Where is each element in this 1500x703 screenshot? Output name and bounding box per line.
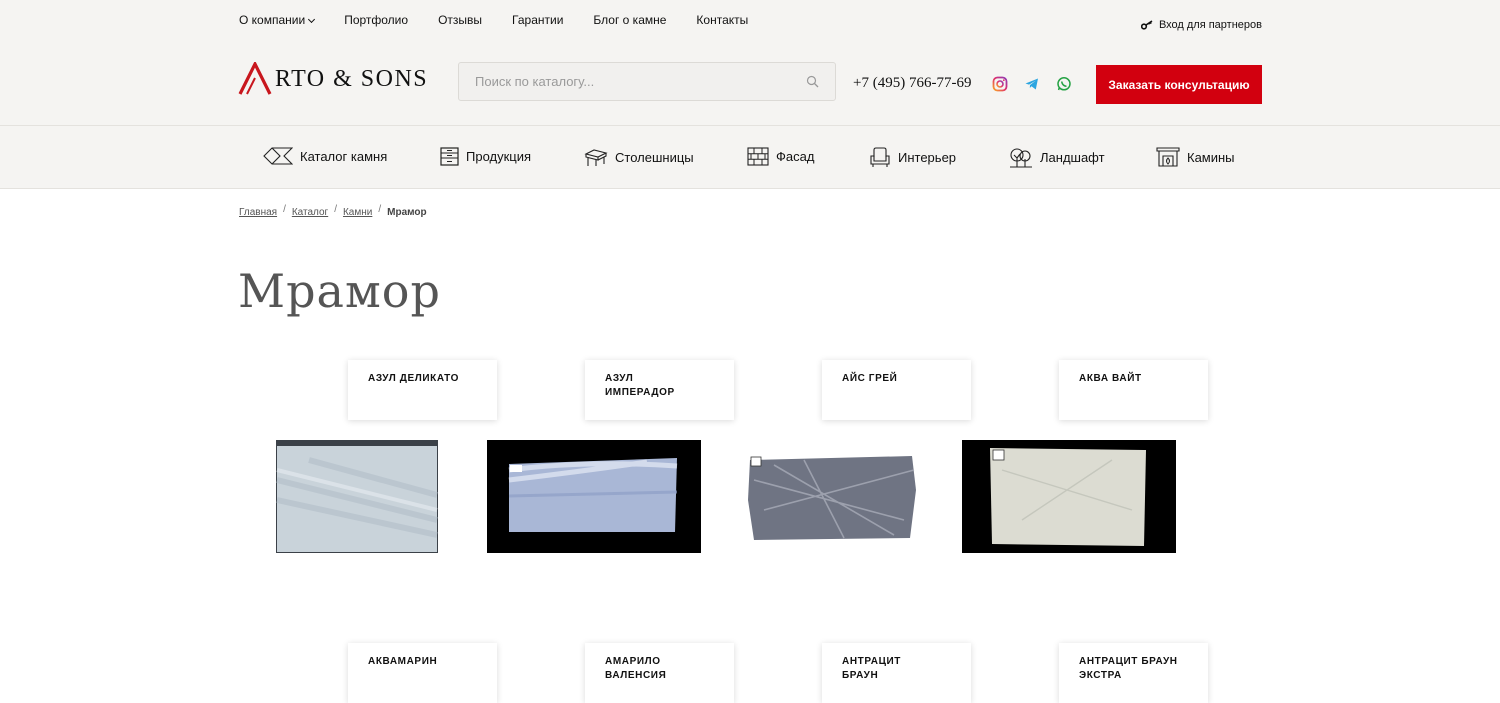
stone-slabs-icon xyxy=(263,147,293,165)
product-card-label[interactable]: АКВАМАРИН xyxy=(348,643,497,703)
order-consultation-button[interactable]: Заказать консультацию xyxy=(1096,65,1262,104)
product-card-label[interactable]: АЗУЛ ИМПЕРАДОР xyxy=(585,360,734,420)
catnav-label: Камины xyxy=(1187,149,1235,165)
product-card-label[interactable]: АНТРАЦИТ БРАУН ЭКСТРА xyxy=(1059,643,1208,703)
product-card-label[interactable]: АЙС ГРЕЙ xyxy=(822,360,971,420)
page-title: Мрамор xyxy=(238,264,441,318)
catnav-label: Каталог камня xyxy=(300,148,388,164)
topnav-about-label: О компании xyxy=(239,13,306,27)
product-card-label[interactable]: АКВА ВАЙТ xyxy=(1059,360,1208,420)
search-input[interactable] xyxy=(475,74,806,89)
product-card-label[interactable]: АЗУЛ ДЕЛИКАТО xyxy=(348,360,497,420)
catnav-label: Столешницы xyxy=(615,149,694,165)
topnav-portfolio[interactable]: Портфолио xyxy=(344,13,408,27)
catnav-label: Интерьер xyxy=(898,150,957,165)
topnav-about[interactable]: О компании xyxy=(239,13,316,27)
countertop-icon xyxy=(584,149,608,166)
catnav-fireplaces[interactable]: Камины xyxy=(1156,147,1235,167)
topnav-blog[interactable]: Блог о камне xyxy=(593,13,666,27)
catnav-facade[interactable]: Фасад xyxy=(747,147,814,166)
breadcrumb-catalog[interactable]: Каталог xyxy=(292,207,328,218)
catnav-landscape[interactable]: Ландшафт xyxy=(1009,147,1105,168)
product-image-aqua-white[interactable] xyxy=(962,440,1176,553)
breadcrumb-home[interactable]: Главная xyxy=(239,207,277,218)
logo[interactable]: RTO & SONS xyxy=(238,62,428,96)
fireplace-icon xyxy=(1156,147,1180,167)
logo-mark-icon xyxy=(238,62,272,95)
breadcrumb: Главная / Каталог / Камни / Мрамор xyxy=(239,204,427,218)
partners-label: Вход для партнеров xyxy=(1158,19,1262,31)
product-card-label[interactable]: АНТРАЦИТ БРАУН xyxy=(822,643,971,703)
phone-number[interactable]: +7 (495) 766-77-69 xyxy=(853,75,971,92)
armchair-icon xyxy=(870,147,890,167)
social-links xyxy=(992,76,1072,92)
brick-wall-icon xyxy=(747,147,769,166)
breadcrumb-current: Мрамор xyxy=(387,207,427,218)
product-image-azul-delikato[interactable] xyxy=(249,440,463,553)
logo-text: RTO & SONS xyxy=(275,65,429,92)
breadcrumb-separator: / xyxy=(378,204,382,215)
topnav-reviews[interactable]: Отзывы xyxy=(438,13,482,27)
topnav-contacts[interactable]: Контакты xyxy=(696,13,748,27)
product-card-label[interactable]: АМАРИЛО ВАЛЕНСИЯ xyxy=(585,643,734,703)
instagram-icon[interactable] xyxy=(992,76,1008,92)
cabinet-icon xyxy=(440,147,459,166)
catnav-label: Продукция xyxy=(466,149,532,164)
breadcrumb-stones[interactable]: Камни xyxy=(343,207,372,218)
telegram-icon[interactable] xyxy=(1024,76,1040,92)
whatsapp-icon[interactable] xyxy=(1056,76,1072,92)
partners-login-link[interactable]: Вход для партнеров xyxy=(1140,19,1262,31)
catnav-stone-catalog[interactable]: Каталог камня xyxy=(263,147,387,165)
search-box xyxy=(458,62,836,101)
category-nav: Каталог камня Продукция Столешницы Фасад… xyxy=(0,126,1500,189)
catnav-label: Фасад xyxy=(776,149,815,164)
chevron-down-icon xyxy=(308,15,316,24)
header: О компании Портфолио Отзывы Гарантии Бло… xyxy=(0,0,1500,126)
product-image-ice-grey[interactable] xyxy=(724,440,938,553)
top-nav: О компании Портфолио Отзывы Гарантии Бло… xyxy=(239,13,748,27)
catnav-label: Ландшафт xyxy=(1040,150,1105,165)
catnav-products[interactable]: Продукция xyxy=(440,147,531,166)
breadcrumb-separator: / xyxy=(283,204,286,215)
topnav-guarantees[interactable]: Гарантии xyxy=(512,13,563,27)
catnav-countertops[interactable]: Столешницы xyxy=(584,147,694,167)
search-icon[interactable] xyxy=(806,75,819,88)
tree-icon xyxy=(1010,148,1032,168)
key-icon xyxy=(1140,20,1153,30)
breadcrumb-separator: / xyxy=(334,204,337,215)
product-image-azul-imperador[interactable] xyxy=(487,440,701,553)
catnav-interior[interactable]: Интерьер xyxy=(869,147,956,168)
